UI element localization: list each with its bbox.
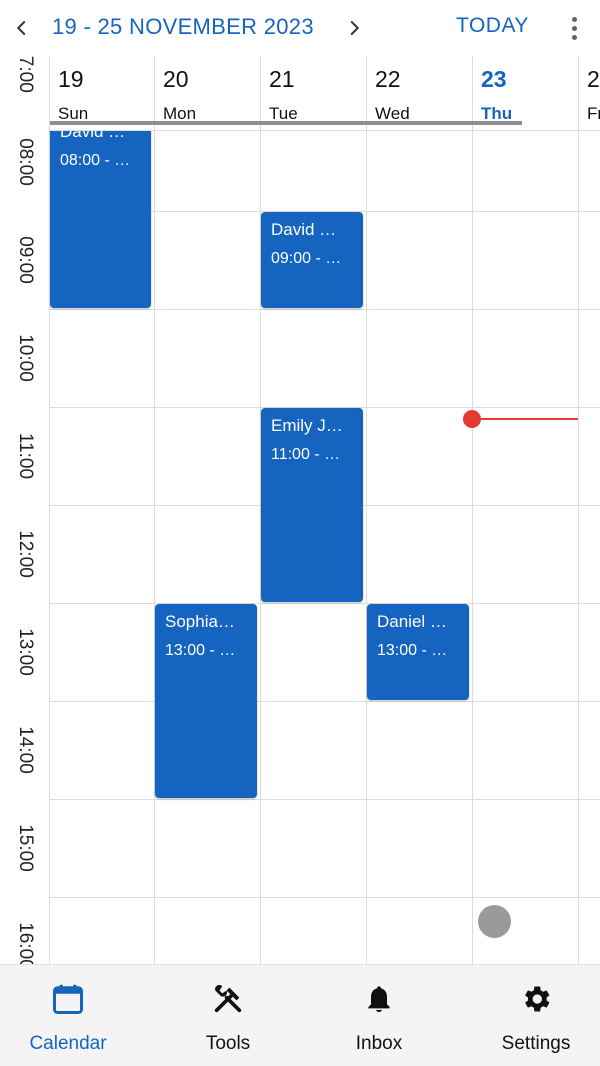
event-title: Daniel … xyxy=(377,612,447,631)
day-number: 23 xyxy=(481,66,507,92)
hour-label: 07:00 xyxy=(14,56,36,93)
bottom-navigation: Calendar Tools Inbox Settings xyxy=(0,964,600,1066)
day-header-thu[interactable]: 23 Thu xyxy=(473,56,578,130)
chevron-right-icon xyxy=(350,21,359,35)
day-header-mon[interactable]: 20 Mon xyxy=(155,56,260,130)
header-divider xyxy=(366,56,367,130)
current-time-dot xyxy=(463,410,481,428)
event-card[interactable]: David … 08:00 - … xyxy=(50,126,151,308)
current-time-line xyxy=(472,418,578,420)
day-divider xyxy=(578,56,579,964)
event-card[interactable]: Sophia… 13:00 - … xyxy=(155,604,257,798)
event-title: David … xyxy=(271,220,337,239)
nav-inbox[interactable]: Inbox xyxy=(329,965,429,1066)
day-divider xyxy=(472,56,473,964)
hour-label: 10:00 xyxy=(14,334,36,382)
time-column: 07:00 08:00 09:00 10:00 11:00 12:00 13:0… xyxy=(0,56,50,964)
hour-label: 15:00 xyxy=(14,824,36,872)
more-vertical-icon xyxy=(571,16,577,22)
day-number: 21 xyxy=(269,66,295,92)
header-divider xyxy=(472,56,473,130)
header-divider xyxy=(154,56,155,130)
hour-label: 16:00 xyxy=(14,922,36,964)
calendar-icon xyxy=(48,979,88,1019)
event-card[interactable]: David … 09:00 - … xyxy=(261,212,363,308)
horizontal-scroll-indicator[interactable] xyxy=(50,121,522,125)
event-title: Emily J… xyxy=(271,416,343,435)
next-week-button[interactable] xyxy=(340,12,368,44)
day-number: 20 xyxy=(163,66,189,92)
week-view[interactable]: 07:00 08:00 09:00 10:00 11:00 12:00 13:0… xyxy=(0,56,600,964)
header-divider xyxy=(578,56,579,130)
day-divider xyxy=(154,56,155,964)
floating-action-dot[interactable] xyxy=(478,905,511,938)
nav-label: Calendar xyxy=(29,1033,107,1054)
hour-label: 13:00 xyxy=(14,628,36,676)
event-time: 13:00 - … xyxy=(377,642,448,659)
nav-calendar[interactable]: Calendar xyxy=(18,965,118,1066)
day-name: Fr xyxy=(587,104,600,123)
day-header-sun[interactable]: 19 Sun xyxy=(50,56,154,130)
event-time: 13:00 - … xyxy=(165,642,236,659)
hour-divider xyxy=(50,309,600,310)
hour-divider xyxy=(50,603,600,604)
bell-icon xyxy=(359,979,399,1019)
day-header-fri[interactable]: 2 Fr xyxy=(579,56,600,130)
day-divider xyxy=(366,56,367,964)
nav-settings[interactable]: Settings xyxy=(486,965,586,1066)
nav-label: Inbox xyxy=(355,1033,403,1054)
previous-week-button[interactable] xyxy=(8,12,36,44)
header-bottom-border xyxy=(50,130,600,131)
tools-icon xyxy=(208,979,248,1019)
hour-label: 08:00 xyxy=(14,138,36,186)
event-time: 09:00 - … xyxy=(271,250,342,267)
nav-label: Settings xyxy=(501,1033,571,1054)
event-time: 08:00 - … xyxy=(60,152,131,169)
hour-label: 12:00 xyxy=(14,530,36,578)
day-number: 2 xyxy=(587,66,600,92)
calendar-header: 19 - 25 NOVEMBER 2023 TODAY xyxy=(0,0,600,56)
event-card[interactable]: Daniel … 13:00 - … xyxy=(367,604,469,700)
hour-label: 09:00 xyxy=(14,236,36,284)
event-time: 11:00 - … xyxy=(271,446,341,463)
date-range-title[interactable]: 19 - 25 NOVEMBER 2023 xyxy=(52,14,314,40)
hour-label: 14:00 xyxy=(14,726,36,774)
nav-tools[interactable]: Tools xyxy=(178,965,278,1066)
day-header-tue[interactable]: 21 Tue xyxy=(261,56,366,130)
day-header-wed[interactable]: 22 Wed xyxy=(367,56,472,130)
gear-icon xyxy=(516,979,556,1019)
nav-label: Tools xyxy=(205,1033,251,1054)
hour-divider xyxy=(50,701,600,702)
event-title: Sophia… xyxy=(165,612,235,631)
event-card[interactable]: Emily J… 11:00 - … xyxy=(261,408,363,602)
day-number: 19 xyxy=(58,66,84,92)
hour-divider xyxy=(50,799,600,800)
day-grid[interactable]: David … 08:00 - … David … 09:00 - … Emil… xyxy=(50,56,600,964)
today-button[interactable]: TODAY xyxy=(456,14,529,38)
chevron-left-icon xyxy=(17,21,26,35)
hour-divider xyxy=(50,897,600,898)
more-options-button[interactable] xyxy=(562,12,586,44)
header-divider xyxy=(260,56,261,130)
hour-label: 11:00 xyxy=(14,432,36,480)
day-number: 22 xyxy=(375,66,401,92)
